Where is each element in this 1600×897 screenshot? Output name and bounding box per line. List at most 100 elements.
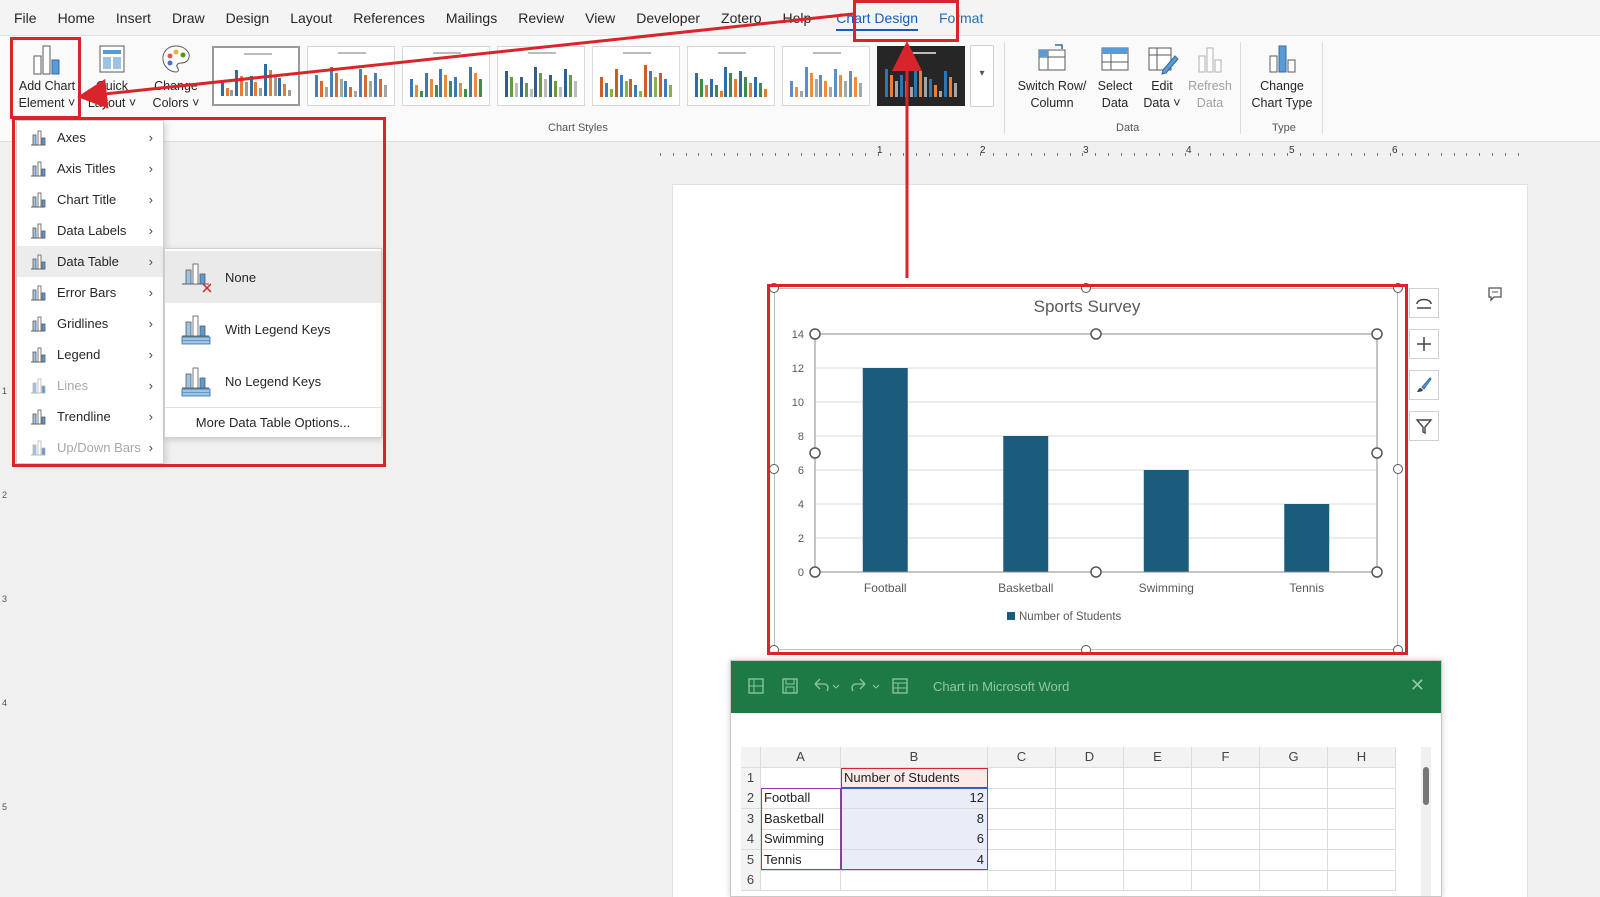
- change-colors-button[interactable]: Change Colors ˅: [146, 42, 206, 112]
- row-header[interactable]: 2: [741, 788, 761, 809]
- close-icon[interactable]: ✕: [1410, 675, 1425, 696]
- cell-a4[interactable]: Swimming: [761, 829, 841, 850]
- tab-mailings[interactable]: Mailings: [446, 10, 497, 26]
- cell-empty[interactable]: [1124, 829, 1192, 850]
- cell-empty[interactable]: [1192, 849, 1260, 871]
- cell-a3[interactable]: Basketball: [761, 808, 841, 830]
- undo-icon[interactable]: [811, 677, 841, 695]
- menu-item-gridlines[interactable]: Gridlines ›: [17, 308, 163, 339]
- scrollbar-thumb[interactable]: [1423, 767, 1429, 805]
- chart-styles-button[interactable]: [1409, 370, 1439, 400]
- cell-empty[interactable]: [1124, 808, 1192, 830]
- more-data-table-options[interactable]: More Data Table Options...: [165, 407, 381, 437]
- save-icon[interactable]: [781, 677, 799, 695]
- cell-empty[interactable]: [1260, 870, 1328, 891]
- column-header[interactable]: F: [1192, 747, 1260, 768]
- cell-empty[interactable]: [1328, 829, 1396, 850]
- cell-empty[interactable]: [1328, 870, 1396, 891]
- change-chart-type-button[interactable]: Change Chart Type: [1246, 42, 1318, 112]
- chart-area[interactable]: Sports Survey 0 2 4 6 8 10 12 14 Football Basketba…: [774, 288, 1398, 650]
- column-header[interactable]: G: [1260, 747, 1328, 768]
- cell-empty[interactable]: [988, 829, 1056, 850]
- cell-empty[interactable]: [1260, 788, 1328, 809]
- quick-layout-button[interactable]: Quick Layout ˅: [84, 42, 140, 112]
- cell-a5[interactable]: Tennis: [761, 849, 841, 871]
- chart-style-4[interactable]: [497, 46, 585, 106]
- tab-layout[interactable]: Layout: [290, 10, 332, 26]
- submenu-item-none[interactable]: None: [165, 251, 381, 303]
- cell-empty[interactable]: [1192, 829, 1260, 850]
- chart-style-1[interactable]: [212, 46, 300, 106]
- column-header[interactable]: H: [1328, 747, 1396, 768]
- tab-format[interactable]: Format: [939, 10, 983, 26]
- chart-filters-button[interactable]: [1409, 411, 1439, 441]
- chart-style-8[interactable]: [877, 46, 965, 106]
- chart-elements-button[interactable]: [1409, 329, 1439, 359]
- tab-design[interactable]: Design: [226, 10, 270, 26]
- menu-item-data-labels[interactable]: Data Labels ›: [17, 215, 163, 246]
- cell-empty[interactable]: [988, 788, 1056, 809]
- tab-draw[interactable]: Draw: [172, 10, 205, 26]
- cell-empty[interactable]: [1260, 849, 1328, 871]
- cell-empty[interactable]: [1260, 767, 1328, 789]
- cell-b1[interactable]: Number of Students: [841, 767, 988, 789]
- cell-empty[interactable]: [1124, 870, 1192, 891]
- chart-style-6[interactable]: [687, 46, 775, 106]
- chart-resize-handle[interactable]: [1393, 283, 1403, 293]
- menu-item-axis-titles[interactable]: Axis Titles ›: [17, 153, 163, 184]
- add-chart-element-button[interactable]: Add Chart Element ˅: [14, 42, 80, 112]
- tab-home[interactable]: Home: [58, 10, 95, 26]
- menu-item-error-bars[interactable]: Error Bars ›: [17, 277, 163, 308]
- menu-item-data-table[interactable]: Data Table ›: [17, 246, 163, 277]
- open-in-excel-icon[interactable]: [891, 677, 909, 695]
- chart-style-5[interactable]: [592, 46, 680, 106]
- cell-empty[interactable]: [1192, 767, 1260, 789]
- row-header[interactable]: 3: [741, 808, 761, 830]
- cell-empty[interactable]: [1328, 849, 1396, 871]
- cell-empty[interactable]: [1328, 788, 1396, 809]
- chart-resize-handle[interactable]: [1393, 645, 1403, 655]
- tab-review[interactable]: Review: [518, 10, 564, 26]
- horizontal-ruler[interactable]: 1 2 3 4 5 6: [660, 144, 1530, 162]
- excel-data-window[interactable]: Chart in Microsoft Word ✕ A B C D E F G H 1 Numbe…: [730, 660, 1442, 897]
- cell-b5[interactable]: 4: [841, 849, 988, 871]
- cell-b6[interactable]: [841, 870, 988, 891]
- submenu-item-with-legend-keys[interactable]: With Legend Keys: [165, 303, 381, 355]
- cell-empty[interactable]: [1260, 808, 1328, 830]
- cell-empty[interactable]: [1056, 767, 1124, 789]
- select-all-corner[interactable]: [741, 747, 761, 768]
- chart-resize-handle[interactable]: [769, 464, 779, 474]
- cell-empty[interactable]: [1056, 808, 1124, 830]
- row-header[interactable]: 5: [741, 849, 761, 871]
- chart-resize-handle[interactable]: [1081, 283, 1091, 293]
- cell-a2[interactable]: Football: [761, 788, 841, 809]
- cell-a6[interactable]: [761, 870, 841, 891]
- cell-a1[interactable]: [761, 767, 841, 789]
- vertical-scrollbar[interactable]: [1421, 747, 1431, 896]
- cell-empty[interactable]: [1124, 849, 1192, 871]
- tab-zotero[interactable]: Zotero: [721, 10, 761, 26]
- tab-view[interactable]: View: [585, 10, 615, 26]
- column-header[interactable]: E: [1124, 747, 1192, 768]
- cell-empty[interactable]: [1056, 849, 1124, 871]
- layout-options-button[interactable]: [1409, 288, 1439, 318]
- tab-developer[interactable]: Developer: [636, 10, 700, 26]
- cell-empty[interactable]: [1192, 788, 1260, 809]
- submenu-item-no-legend-keys[interactable]: No Legend Keys: [165, 355, 381, 407]
- select-data-button[interactable]: Select Data: [1090, 42, 1140, 112]
- cell-empty[interactable]: [988, 849, 1056, 871]
- column-header[interactable]: A: [761, 747, 841, 768]
- chart-resize-handle[interactable]: [769, 283, 779, 293]
- cell-empty[interactable]: [988, 870, 1056, 891]
- cell-b4[interactable]: 6: [841, 829, 988, 850]
- menu-item-trendline[interactable]: Trendline ›: [17, 401, 163, 432]
- menu-item-legend[interactable]: Legend ›: [17, 339, 163, 370]
- cell-empty[interactable]: [1192, 808, 1260, 830]
- cell-empty[interactable]: [1328, 808, 1396, 830]
- gallery-more-button[interactable]: ▾: [970, 45, 994, 107]
- cell-empty[interactable]: [1056, 788, 1124, 809]
- row-header[interactable]: 6: [741, 870, 761, 891]
- vertical-ruler[interactable]: 1 2 3 4 5: [0, 150, 12, 897]
- redo-icon[interactable]: [851, 677, 881, 695]
- tab-references[interactable]: References: [353, 10, 425, 26]
